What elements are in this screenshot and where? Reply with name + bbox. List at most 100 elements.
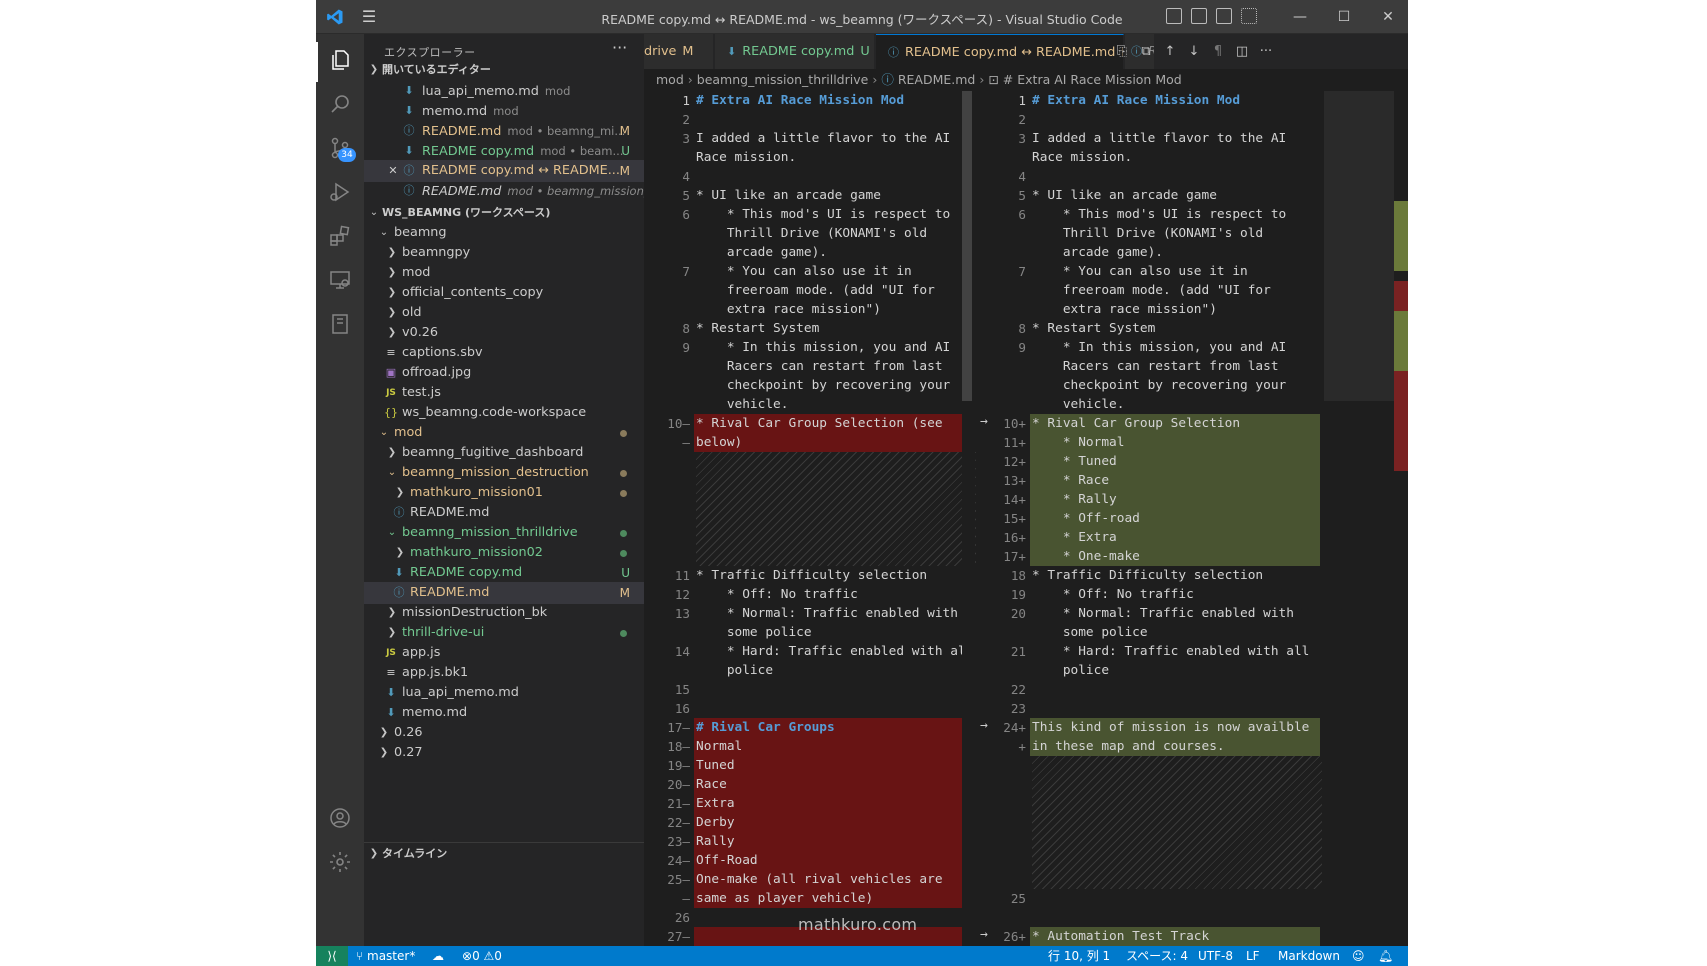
notifications-bell-icon[interactable]: 🔔︎ <box>1378 946 1393 966</box>
customize-layout-icon[interactable] <box>1241 8 1257 24</box>
code-line: * In this mission, you and AI <box>1032 340 1287 355</box>
tree-file[interactable]: JS app.js <box>364 642 644 664</box>
code-line: * Hard: Traffic enabled with all <box>1032 644 1310 659</box>
tree-file[interactable]: ⬇ README copy.md U <box>364 562 644 584</box>
tree-folder[interactable]: ❯ thrill-drive-ui <box>364 622 644 644</box>
search-icon[interactable] <box>328 92 352 116</box>
revert-change-arrow-icon[interactable]: → <box>980 414 988 429</box>
feedback-icon[interactable]: ☺ <box>1352 946 1365 966</box>
tree-folder[interactable]: ❯ official_contents_copy <box>364 282 644 304</box>
open-editor-item[interactable]: ⬇ lua_api_memo.md mod <box>364 80 644 102</box>
open-file-icon[interactable]: ⎘ <box>1114 44 1130 59</box>
minimize-icon[interactable]: — <box>1288 6 1312 28</box>
previous-change-icon[interactable]: ↑ <box>1162 44 1178 59</box>
toggle-primary-sidebar-icon[interactable] <box>1166 8 1182 24</box>
remote-explorer-icon[interactable] <box>328 268 352 292</box>
tab-readme-copy[interactable]: ⬇ README copy.md U <box>715 34 875 69</box>
close-icon[interactable]: ✕ <box>386 160 400 182</box>
tab-drive[interactable]: drive M <box>644 34 714 69</box>
remote-indicator-icon[interactable]: ⟩⟨ <box>316 946 348 966</box>
accounts-icon[interactable] <box>328 806 352 830</box>
line-number <box>980 395 1026 414</box>
notebook-icon[interactable] <box>328 312 352 336</box>
tree-file[interactable]: ⬇ memo.md <box>364 702 644 724</box>
open-editor-item[interactable]: ⓘ README.md mod • beamng_mission_d... <box>364 180 645 202</box>
settings-gear-icon[interactable] <box>328 850 352 874</box>
run-debug-icon[interactable] <box>328 180 352 204</box>
tree-folder[interactable]: ❯ beamngpy <box>364 242 644 264</box>
maximize-icon[interactable]: ☐ <box>1332 6 1356 28</box>
info-file-icon: ⓘ <box>403 164 415 177</box>
line-number: 9 <box>682 340 690 355</box>
tree-label: app.js.bk1 <box>402 665 469 680</box>
open-editors-section[interactable]: ❯ 開いているエディター <box>364 59 644 81</box>
close-window-icon[interactable]: ✕ <box>1376 6 1400 28</box>
code-line: * Rally <box>1032 492 1117 507</box>
indentation[interactable]: スペース: 4 <box>1126 946 1188 966</box>
sync-icon[interactable]: ☁ <box>432 946 444 966</box>
tree-file[interactable]: ≡ app.js.bk1 <box>364 662 644 684</box>
tab-diff-active[interactable]: ⓘREADME copy.md ↔ README.mdM✕ <box>876 34 1124 69</box>
open-editor-item[interactable]: ⬇ memo.md mod <box>364 100 644 122</box>
timeline-section[interactable]: ❯ タイムライン <box>364 842 644 864</box>
split-editor-icon[interactable]: ◫ <box>1234 44 1250 59</box>
cursor-position[interactable]: 行 10, 列 1 <box>1048 946 1110 966</box>
tree-file[interactable]: ▣ offroad.jpg <box>364 362 644 384</box>
problems-status[interactable]: ⊗0 ⚠0 <box>462 946 502 966</box>
diff-original-pane[interactable]: 1 # Extra AI Race Mission Mod 2 3 I added a … <box>644 91 976 946</box>
toggle-panel-icon[interactable] <box>1191 8 1207 24</box>
minimap[interactable] <box>1324 91 1394 946</box>
breadcrumb-item[interactable]: mod <box>656 72 684 87</box>
workspace-section[interactable]: ⌄ WS_BEAMNG (ワークスペース) <box>364 202 644 224</box>
extensions-icon[interactable] <box>328 224 352 248</box>
breadcrumb-item[interactable]: README.md <box>898 72 976 87</box>
tree-file[interactable]: ≡ captions.sbv <box>364 342 644 364</box>
more-actions-icon[interactable]: ··· <box>612 38 627 57</box>
breadcrumb-item[interactable]: # Extra AI Race Mission Mod <box>1003 72 1182 87</box>
stage-changes-icon[interactable]: ⧉ <box>1138 44 1154 59</box>
code-line: checkpoint by recovering your <box>696 378 951 393</box>
language-mode[interactable]: Markdown <box>1278 946 1340 966</box>
tree-folder[interactable]: ⌄ beamng <box>364 222 644 244</box>
scrollbar-thumb[interactable] <box>962 91 972 401</box>
tree-folder[interactable]: ❯ mod <box>364 262 644 284</box>
diff-modified-pane[interactable]: 1 # Extra AI Race Mission Mod 2 3 I added a … <box>980 91 1324 946</box>
tree-folder[interactable]: ❯ mathkuro_mission02 <box>364 542 644 564</box>
tree-folder[interactable]: ⌄ beamng_mission_thrilldrive <box>364 522 644 544</box>
tree-file[interactable]: ⓘ README.md <box>364 502 644 524</box>
tree-folder[interactable]: ❯ beamng_fugitive_dashboard <box>364 442 644 464</box>
end-of-line[interactable]: LF <box>1246 946 1260 966</box>
breadcrumb-item[interactable]: beamng_mission_thrilldrive <box>697 72 869 87</box>
tree-file[interactable]: ⬇ lua_api_memo.md <box>364 682 644 704</box>
tree-folder[interactable]: ⌄ mod <box>364 422 644 444</box>
tree-folder[interactable]: ❯ v0.26 <box>364 322 644 344</box>
next-change-icon[interactable]: ↓ <box>1186 44 1202 59</box>
tree-folder[interactable]: ❯ missionDestruction_bk <box>364 602 644 624</box>
tab-label: README copy.md <box>742 44 855 59</box>
tree-file-selected[interactable]: ⓘ README.md M <box>364 582 644 604</box>
tree-file[interactable]: JS test.js <box>364 382 644 404</box>
tree-folder[interactable]: ⌄ beamng_mission_destruction <box>364 462 644 484</box>
explorer-icon[interactable] <box>328 48 352 72</box>
info-file-icon: ⓘ <box>888 46 899 59</box>
open-editor-item-active[interactable]: ✕ ⓘ README copy.md ↔ README... M <box>364 160 644 182</box>
tree-folder[interactable]: ❯ old <box>364 302 644 324</box>
code-line: * Race <box>1032 473 1110 488</box>
branch-status[interactable]: ⑂ master* <box>356 946 415 966</box>
show-whitespace-icon[interactable]: ¶ <box>1210 44 1226 59</box>
revert-change-arrow-icon[interactable]: → <box>980 718 988 733</box>
revert-change-arrow-icon[interactable]: → <box>980 927 988 942</box>
encoding[interactable]: UTF-8 <box>1198 946 1233 966</box>
toggle-secondary-sidebar-icon[interactable] <box>1216 8 1232 24</box>
open-editor-desc: mod <box>493 104 519 118</box>
tree-folder[interactable]: ❯ 0.26 <box>364 722 644 744</box>
open-editor-item[interactable]: ⬇ README copy.md mod • beam... U <box>364 140 644 162</box>
tree-folder[interactable]: ❯ 0.27 <box>364 742 644 764</box>
more-editor-actions-icon[interactable]: ··· <box>1258 44 1274 59</box>
line-number: 15+ <box>1003 511 1026 526</box>
tree-folder[interactable]: ❯ mathkuro_mission01 <box>364 482 644 504</box>
minimap-slider[interactable] <box>1324 91 1394 401</box>
open-editor-item[interactable]: ⓘ README.md mod • beamng_mi... M <box>364 120 644 142</box>
tree-file[interactable]: {} ws_beamng.code-workspace <box>364 402 644 424</box>
left-scrollbar[interactable] <box>962 91 975 946</box>
